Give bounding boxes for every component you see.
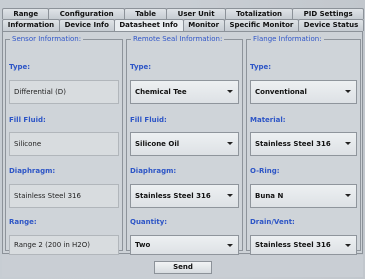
- flange-material-value: Stainless Steel 316: [255, 140, 331, 148]
- sensor-information-group: Sensor Information: Type: Differential (…: [5, 35, 123, 255]
- sensor-fill-fluid-value: Silicone: [9, 132, 119, 156]
- chevron-down-icon: [345, 194, 351, 197]
- tab-datasheet-info[interactable]: Datasheet Info: [113, 19, 184, 31]
- flange-drain-vent-value: Stainless Steel 316: [255, 241, 331, 249]
- footer-bar: Send: [2, 255, 363, 277]
- flange-information-group: Flange Information: Type: Conventional M…: [246, 35, 361, 255]
- chevron-down-icon: [345, 142, 351, 145]
- datasheet-panel: Sensor Information: Type: Differential (…: [2, 31, 363, 255]
- tab-specific-monitor[interactable]: Specific Monitor: [223, 19, 300, 31]
- chevron-down-icon: [227, 244, 233, 247]
- tab-configuration[interactable]: Configuration: [48, 8, 125, 19]
- tab-device-status[interactable]: Device Status: [298, 19, 364, 31]
- remote-fill-fluid-label: Fill Fluid:: [130, 116, 167, 124]
- tab-user-unit[interactable]: User Unit: [166, 8, 226, 19]
- flange-legend: Flange Information:: [253, 35, 322, 43]
- flange-oring-label: O-Ring:: [250, 167, 280, 175]
- tab-row-2: Information Device Info Datasheet Info M…: [2, 19, 364, 31]
- sensor-type-value: Differential (D): [9, 80, 119, 104]
- flange-type-select[interactable]: Conventional: [250, 80, 357, 104]
- remote-quantity-label: Quantity:: [130, 218, 168, 226]
- sensor-fill-fluid-label: Fill Fluid:: [9, 116, 46, 124]
- tab-range[interactable]: Range: [2, 8, 50, 19]
- chevron-down-icon: [227, 90, 233, 93]
- device-config-window: Range Configuration Table User Unit Tota…: [0, 0, 365, 279]
- tab-information[interactable]: Information: [2, 19, 60, 31]
- flange-material-label: Material:: [250, 116, 286, 124]
- sensor-range-value: Range 2 (200 in H2O): [9, 235, 119, 255]
- sensor-type-label: Type:: [9, 63, 31, 71]
- remote-quantity-select[interactable]: Two: [130, 235, 239, 255]
- tab-monitor[interactable]: Monitor: [182, 19, 225, 31]
- tab-totalization[interactable]: Totalization: [224, 8, 294, 19]
- flange-oring-value: Buna N: [255, 192, 284, 200]
- remote-type-select[interactable]: Chemical Tee: [130, 80, 239, 104]
- tab-device-info[interactable]: Device Info: [58, 19, 115, 31]
- sensor-diaphragm-label: Diaphragm:: [9, 167, 56, 175]
- chevron-down-icon: [227, 194, 233, 197]
- remote-diaphragm-value: Stainless Steel 316: [135, 192, 211, 200]
- flange-drain-vent-select[interactable]: Stainless Steel 316: [250, 235, 357, 255]
- remote-seal-information-group: Remote Seal Information: Type: Chemical …: [126, 35, 243, 255]
- chevron-down-icon: [227, 142, 233, 145]
- flange-drain-vent-label: Drain/Vent:: [250, 218, 295, 226]
- chevron-down-icon: [345, 90, 351, 93]
- flange-oring-select[interactable]: Buna N: [250, 184, 357, 208]
- remote-type-label: Type:: [130, 63, 152, 71]
- flange-type-value: Conventional: [255, 88, 307, 96]
- tab-table[interactable]: Table: [123, 8, 168, 19]
- send-button[interactable]: Send: [154, 261, 212, 274]
- sensor-diaphragm-value: Stainless Steel 316: [9, 184, 119, 208]
- remote-seal-legend: Remote Seal Information:: [133, 35, 223, 43]
- remote-type-value: Chemical Tee: [135, 88, 187, 96]
- remote-diaphragm-label: Diaphragm:: [130, 167, 177, 175]
- remote-fill-fluid-value: Silicone Oil: [135, 140, 180, 148]
- remote-diaphragm-select[interactable]: Stainless Steel 316: [130, 184, 239, 208]
- flange-type-label: Type:: [250, 63, 272, 71]
- chevron-down-icon: [345, 244, 351, 247]
- flange-material-select[interactable]: Stainless Steel 316: [250, 132, 357, 156]
- remote-quantity-value: Two: [135, 241, 151, 249]
- sensor-range-label: Range:: [9, 218, 37, 226]
- tab-pid-settings[interactable]: PID Settings: [292, 8, 364, 19]
- remote-fill-fluid-select[interactable]: Silicone Oil: [130, 132, 239, 156]
- sensor-legend: Sensor Information:: [12, 35, 82, 43]
- tab-row-1: Range Configuration Table User Unit Tota…: [2, 8, 364, 19]
